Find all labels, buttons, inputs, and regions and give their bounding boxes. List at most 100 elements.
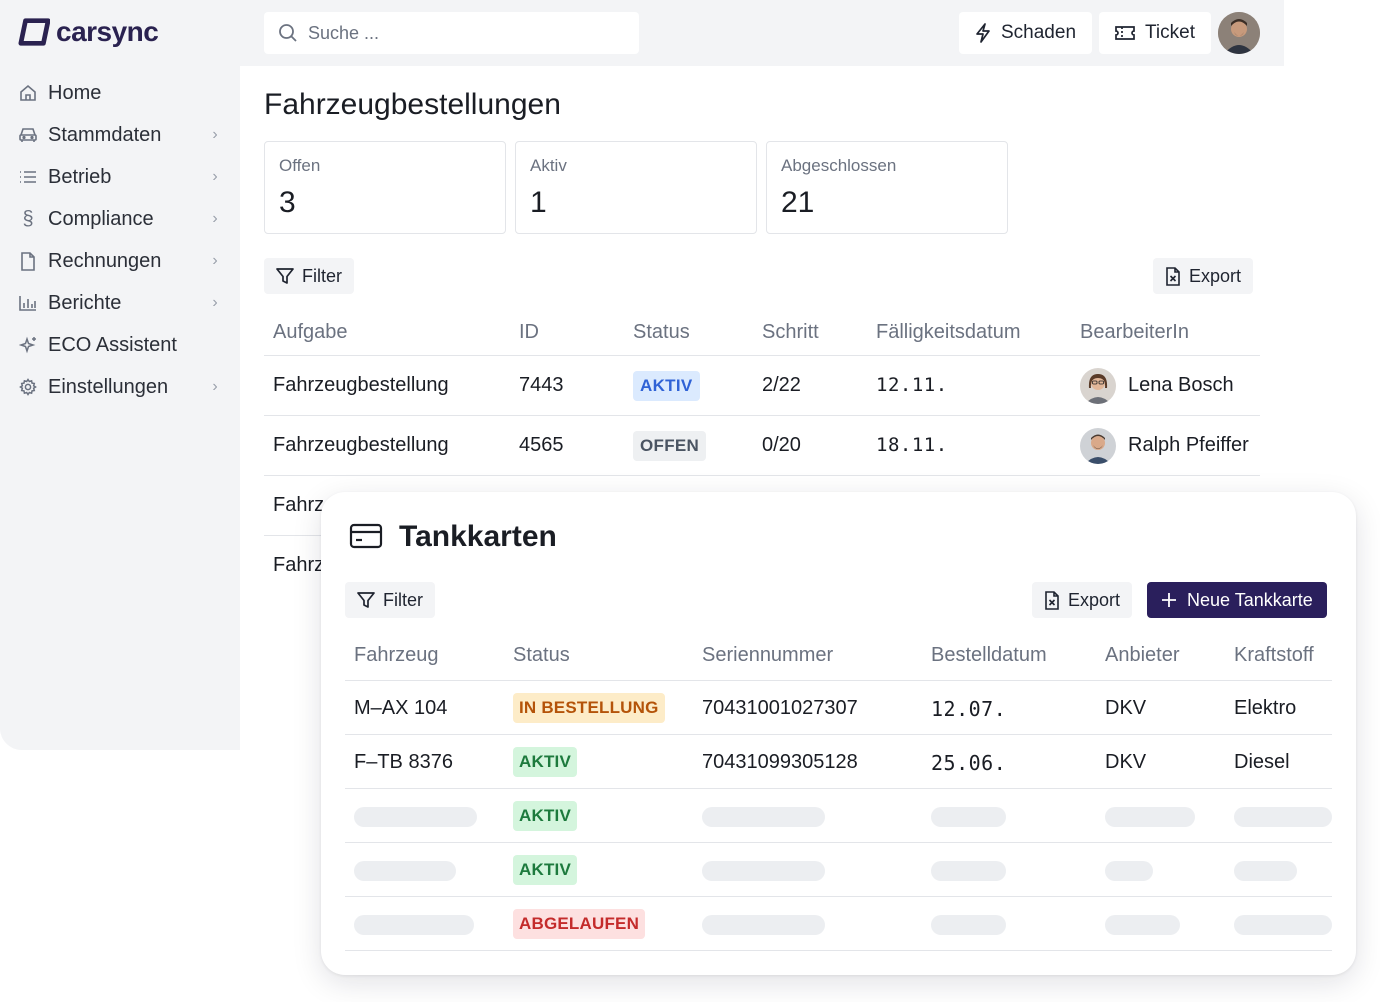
column-header[interactable]: BearbeiterIn [1080,321,1189,344]
table-row[interactable]: M–AX 104 IN BESTELLUNG 70431001027307 12… [345,681,1332,735]
home-icon [18,83,38,103]
user-avatar[interactable] [1218,12,1260,54]
gear-icon [18,377,38,397]
due-date: 18.11. [876,434,948,456]
vehicle-plate: M–AX 104 [354,697,448,719]
column-header[interactable]: Kraftstoff [1234,644,1314,667]
chevron-right-icon: › [212,126,218,143]
table-row[interactable]: AKTIV [345,843,1332,897]
column-header[interactable]: Status [513,644,570,667]
skeleton-placeholder [1105,861,1153,881]
skeleton-placeholder [354,915,474,935]
filter-icon [357,592,375,608]
sidebar-item-home[interactable]: Home [18,72,222,114]
chevron-right-icon: › [212,210,218,227]
fuel-type: Diesel [1234,751,1290,773]
car-icon [18,125,38,145]
filter-label: Filter [302,265,342,286]
file-export-icon [1045,590,1059,610]
search-box[interactable] [264,12,639,54]
status-badge: AKTIV [513,747,577,777]
stat-card-aktiv[interactable]: Aktiv 1 [515,141,757,234]
task-step: 0/20 [762,434,801,456]
brand-logo[interactable]: carsync [18,16,159,48]
sidebar-item-betrieb[interactable]: Betrieb › [18,156,222,198]
column-header[interactable]: Aufgabe [273,321,348,344]
chevron-right-icon: › [212,252,218,269]
column-header[interactable]: Fahrzeug [354,644,439,667]
task-name: Fahrzeugbestellung [273,434,449,456]
status-badge: AKTIV [513,801,577,831]
table-row[interactable]: Fahrzeugbestellung 7443 AKTIV 2/22 12.11… [264,356,1260,416]
credit-card-icon [349,523,383,549]
stat-card-offen[interactable]: Offen 3 [264,141,506,234]
skeleton-placeholder [354,861,456,881]
column-header[interactable]: Schritt [762,321,819,344]
stat-value: 1 [530,186,547,219]
skeleton-placeholder [931,807,1006,827]
export-button[interactable]: Export [1153,258,1254,294]
list-icon [18,167,38,187]
order-date: 25.06. [931,751,1007,775]
chevron-right-icon: › [212,378,218,395]
stat-label: Offen [279,156,321,175]
stat-label: Aktiv [530,156,567,175]
fuel-type: Elektro [1234,697,1297,719]
skeleton-placeholder [1105,807,1195,827]
filter-button[interactable]: Filter [345,582,435,618]
skeleton-placeholder [1105,915,1180,935]
sidebar-item-label: Rechnungen [48,249,162,272]
table-row[interactable]: Fahrzeugbestellung 4565 OFFEN 0/20 18.11… [264,416,1260,476]
sidebar-item-label: Einstellungen [48,375,169,398]
ticket-icon [1115,26,1135,40]
sidebar-item-berichte[interactable]: Berichte › [18,282,222,324]
sidebar-item-eco-assistent[interactable]: ECO Assistent [18,324,222,366]
table-row[interactable]: ABGELAUFEN [345,897,1332,951]
stat-card-abgeschlossen[interactable]: Abgeschlossen 21 [766,141,1008,234]
skeleton-placeholder [1234,807,1332,827]
ticket-label: Ticket [1145,22,1195,43]
chevron-right-icon: › [212,294,218,311]
provider: DKV [1105,697,1147,719]
damage-button[interactable]: Schaden [959,12,1093,54]
vehicle-plate: F–TB 8376 [354,751,453,773]
serial-number: 70431001027307 [702,697,858,719]
stat-label: Abgeschlossen [781,156,897,175]
filter-button[interactable]: Filter [264,258,354,294]
column-header[interactable]: Fälligkeitsdatum [876,321,1021,344]
ticket-button[interactable]: Ticket [1099,12,1211,54]
task-name: Fahrzeugbestellung [273,374,449,396]
skeleton-placeholder [354,807,477,827]
due-date: 12.11. [876,374,948,396]
user-avatar-image [1218,12,1260,54]
sidebar-item-einstellungen[interactable]: Einstellungen › [18,366,222,408]
sidebar-item-stammdaten[interactable]: Stammdaten › [18,114,222,156]
file-export-icon [1166,266,1180,286]
column-header[interactable]: Seriennummer [702,644,833,667]
table-row[interactable]: F–TB 8376 AKTIV 70431099305128 25.06. DK… [345,735,1332,789]
search-icon [279,24,297,42]
provider: DKV [1105,751,1147,773]
section-icon: § [22,207,34,230]
search-input[interactable] [308,22,628,44]
order-date: 12.07. [931,697,1007,721]
damage-label: Schaden [1001,22,1077,43]
sidebar-item-rechnungen[interactable]: Rechnungen › [18,240,222,282]
new-fuel-card-button[interactable]: Neue Tankkarte [1147,582,1327,618]
export-label: Export [1068,589,1121,610]
sidebar-nav: Home Stammdaten › Betrieb › § Compliance… [18,72,222,408]
page-title: Fahrzeugbestellungen [264,88,561,121]
export-button[interactable]: Export [1032,582,1133,618]
column-header[interactable]: ID [519,321,539,344]
fuel-cards-panel: Tankkarten Filter Export Neue Tankkarte … [321,492,1356,975]
serial-number: 70431099305128 [702,751,858,773]
column-header[interactable]: Bestelldatum [931,644,1047,667]
sidebar-item-compliance[interactable]: § Compliance › [18,198,222,240]
sidebar-item-label: Home [48,81,102,104]
table-row[interactable]: AKTIV [345,789,1332,843]
brand-name: carsync [56,16,159,47]
avatar [1080,368,1116,404]
status-badge: IN BESTELLUNG [513,693,665,723]
column-header[interactable]: Anbieter [1105,644,1180,667]
column-header[interactable]: Status [633,321,690,344]
